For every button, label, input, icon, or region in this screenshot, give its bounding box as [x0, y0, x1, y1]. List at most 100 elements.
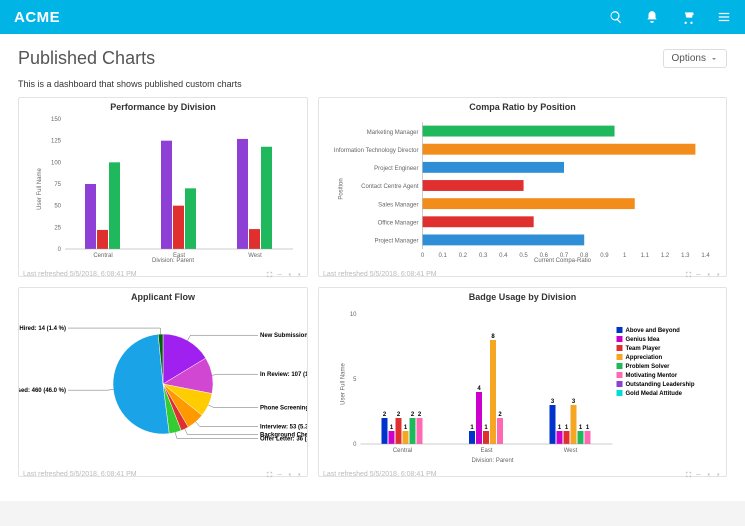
- svg-text:1: 1: [586, 425, 590, 431]
- page-title: Published Charts: [18, 48, 155, 69]
- svg-text:0.4: 0.4: [499, 253, 508, 259]
- svg-text:Outstanding Leadership: Outstanding Leadership: [626, 382, 695, 388]
- chevron-left-icon[interactable]: [286, 471, 293, 478]
- svg-text:East: East: [480, 448, 492, 454]
- svg-text:Phone Screening: 70 (7.0 %): Phone Screening: 70 (7.0 %): [260, 406, 307, 412]
- chevron-down-icon: [710, 55, 718, 63]
- chevron-left-icon[interactable]: [705, 471, 712, 478]
- svg-text:0: 0: [353, 442, 357, 448]
- svg-text:Current Compa-Ratio: Current Compa-Ratio: [534, 258, 592, 264]
- svg-text:0.3: 0.3: [479, 253, 488, 259]
- card-perf: Performance by Division 0255075100125150…: [18, 97, 308, 277]
- svg-text:75: 75: [54, 182, 61, 188]
- svg-text:5: 5: [353, 377, 357, 383]
- chevron-right-icon[interactable]: [296, 471, 303, 478]
- chart-title-compa: Compa Ratio by Position: [319, 98, 726, 114]
- svg-text:Team Player: Team Player: [626, 346, 662, 352]
- search-icon[interactable]: [609, 10, 623, 24]
- refreshed-perf: Last refreshed 5/5/2018, 6:08:41 PM: [23, 271, 137, 278]
- card-applicant: Applicant Flow New Submission: 149 (14.9…: [18, 287, 308, 477]
- svg-text:0.2: 0.2: [459, 253, 468, 259]
- bell-icon[interactable]: [645, 10, 659, 24]
- svg-text:Project Manager: Project Manager: [374, 239, 418, 245]
- svg-text:0.9: 0.9: [600, 253, 609, 259]
- card-compa: Compa Ratio by Position Position Marketi…: [318, 97, 727, 277]
- svg-text:User Full Name: User Full Name: [341, 363, 347, 405]
- menu-icon[interactable]: [717, 10, 731, 24]
- chevron-right-icon[interactable]: [715, 271, 722, 278]
- svg-text:3: 3: [572, 399, 576, 405]
- chevron-left-icon[interactable]: [286, 271, 293, 278]
- svg-text:1: 1: [558, 425, 562, 431]
- svg-text:1.3: 1.3: [681, 253, 690, 259]
- brand: ACME: [14, 9, 60, 26]
- collapse-icon[interactable]: [276, 471, 283, 478]
- svg-text:Above and Beyond: Above and Beyond: [626, 328, 681, 334]
- svg-text:Problem Solver: Problem Solver: [626, 364, 671, 370]
- svg-text:Central: Central: [393, 448, 412, 454]
- svg-text:1.2: 1.2: [661, 253, 670, 259]
- svg-text:1: 1: [470, 425, 474, 431]
- svg-text:Division: Parent: Division: Parent: [471, 458, 513, 464]
- svg-text:10: 10: [350, 312, 357, 318]
- svg-text:3: 3: [551, 399, 555, 405]
- chevron-right-icon[interactable]: [715, 471, 722, 478]
- chevron-right-icon[interactable]: [296, 271, 303, 278]
- chart-title-perf: Performance by Division: [19, 98, 307, 114]
- expand-icon[interactable]: [266, 471, 273, 478]
- collapse-icon[interactable]: [695, 471, 702, 478]
- expand-icon[interactable]: [685, 271, 692, 278]
- svg-text:2: 2: [411, 412, 415, 418]
- svg-text:Project Engineer: Project Engineer: [374, 166, 418, 172]
- svg-text:Contact Centre Agent: Contact Centre Agent: [361, 184, 419, 190]
- svg-text:1: 1: [579, 425, 583, 431]
- svg-text:Motivating Mentor: Motivating Mentor: [626, 373, 678, 379]
- collapse-icon[interactable]: [276, 271, 283, 278]
- svg-text:0: 0: [421, 253, 425, 259]
- svg-text:2: 2: [418, 412, 422, 418]
- svg-text:Closed: 460 (46.0 %): Closed: 460 (46.0 %): [19, 388, 66, 394]
- svg-text:0: 0: [58, 247, 62, 253]
- svg-text:1.1: 1.1: [641, 253, 650, 259]
- svg-text:User Full Name: User Full Name: [37, 168, 43, 210]
- options-button[interactable]: Options: [663, 49, 727, 68]
- chart-applicant: New Submission: 149 (14.9 %) In Review: 1…: [19, 304, 307, 464]
- svg-text:4: 4: [477, 386, 481, 392]
- svg-text:Office Manager: Office Manager: [378, 221, 419, 227]
- svg-text:In Review: 107 (10.7 %): In Review: 107 (10.7 %): [260, 372, 307, 378]
- chart-perf: 0255075100125150 User Full Name CentralE…: [19, 114, 307, 264]
- svg-text:100: 100: [51, 160, 62, 166]
- svg-text:1: 1: [404, 425, 408, 431]
- svg-text:1: 1: [565, 425, 569, 431]
- cart-icon[interactable]: [681, 10, 695, 24]
- svg-text:50: 50: [54, 204, 61, 210]
- svg-text:Division: Parent: Division: Parent: [152, 258, 194, 264]
- expand-icon[interactable]: [685, 471, 692, 478]
- svg-text:2: 2: [383, 412, 387, 418]
- svg-text:2: 2: [397, 412, 401, 418]
- svg-text:1.4: 1.4: [701, 253, 710, 259]
- chart-title-badge: Badge Usage by Division: [319, 288, 726, 304]
- page-description: This is a dashboard that shows published…: [18, 79, 727, 89]
- svg-text:Hired: 14 (1.4 %): Hired: 14 (1.4 %): [19, 326, 66, 332]
- svg-text:Marketing Manager: Marketing Manager: [367, 130, 419, 136]
- refreshed-compa: Last refreshed 5/5/2018, 6:08:41 PM: [323, 271, 437, 278]
- chart-compa: Position Marketing ManagerInformation Te…: [319, 114, 726, 264]
- svg-text:150: 150: [51, 117, 62, 123]
- svg-text:Interview: 53 (5.3 %): Interview: 53 (5.3 %): [260, 424, 307, 430]
- chart-badge: User Full Name 0510 21212214182311311 Ce…: [319, 304, 726, 464]
- chevron-left-icon[interactable]: [705, 271, 712, 278]
- svg-text:Gold Medal Attitude: Gold Medal Attitude: [626, 391, 683, 397]
- refreshed-badge: Last refreshed 5/5/2018, 6:08:41 PM: [323, 471, 437, 478]
- svg-text:New Submission: 149 (14.9 %): New Submission: 149 (14.9 %): [260, 333, 307, 339]
- svg-text:0.1: 0.1: [439, 253, 448, 259]
- collapse-icon[interactable]: [695, 271, 702, 278]
- svg-text:1: 1: [484, 425, 488, 431]
- chart-title-applicant: Applicant Flow: [19, 288, 307, 304]
- expand-icon[interactable]: [266, 271, 273, 278]
- svg-text:Genius Idea: Genius Idea: [626, 337, 661, 343]
- svg-text:0.5: 0.5: [519, 253, 528, 259]
- svg-text:2: 2: [498, 412, 502, 418]
- card-badge: Badge Usage by Division User Full Name 0…: [318, 287, 727, 477]
- svg-text:8: 8: [491, 334, 495, 340]
